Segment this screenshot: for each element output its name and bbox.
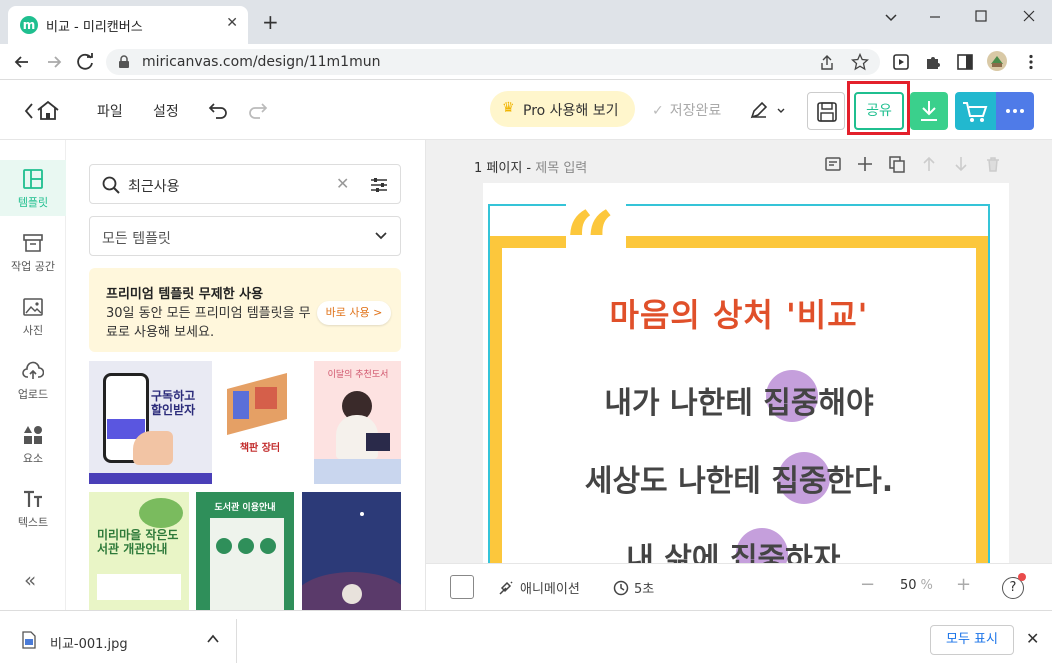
animation-button[interactable]: 애니메이션 <box>498 578 580 597</box>
back-home-icon[interactable] <box>24 100 62 122</box>
move-page-up-icon <box>920 155 938 173</box>
design-text-line[interactable]: 내가 나한테 집중해야 <box>426 378 1052 422</box>
reload-icon[interactable] <box>74 50 98 74</box>
profile-avatar[interactable] <box>986 50 1008 72</box>
minimize-icon[interactable] <box>920 6 950 28</box>
crown-icon: ♛ <box>502 100 515 116</box>
pen-icon[interactable] <box>748 101 788 121</box>
move-page-down-icon <box>952 155 970 173</box>
menu-file[interactable]: 파일 <box>97 101 123 121</box>
filter-icon[interactable] <box>370 176 388 194</box>
zoom-level[interactable]: 50% <box>900 578 933 593</box>
nav-photos[interactable]: 사진 <box>0 288 66 344</box>
notification-dot <box>1018 573 1026 581</box>
tab-title: 비교 - 미리캔버스 <box>46 20 143 35</box>
template-thumbnail-library-guide[interactable]: 도서관 이용안내 <box>196 492 294 610</box>
chevron-down-icon <box>374 231 388 241</box>
delete-page-icon <box>984 155 1002 173</box>
chevron-up-icon[interactable] <box>206 633 220 645</box>
quote-mark[interactable]: “ <box>564 200 616 290</box>
collapse-panel-icon[interactable]: « <box>24 568 36 592</box>
add-page-icon[interactable] <box>856 155 874 173</box>
template-search-input[interactable]: 최근사용 ✕ <box>89 164 401 204</box>
redo-icon[interactable] <box>246 100 268 120</box>
undo-icon[interactable] <box>208 100 230 120</box>
tab-close-icon[interactable]: ✕ <box>226 15 238 31</box>
lock-icon <box>118 55 130 69</box>
clear-search-icon[interactable]: ✕ <box>336 174 349 193</box>
canvas-area: 1 페이지 - 제목 입력 “ 마음의 상처 '비교' 내가 나한테 집중해야 … <box>426 140 1052 610</box>
template-category-select[interactable]: 모든 템플릿 <box>89 216 401 256</box>
nav-templates[interactable]: 템플릿 <box>0 160 66 216</box>
chrome-menu-icon[interactable] <box>1022 53 1040 71</box>
page-select-checkbox[interactable] <box>450 575 474 599</box>
file-icon <box>22 631 36 649</box>
browser-tab[interactable]: m 비교 - 미리캔버스 ✕ <box>8 6 248 44</box>
new-tab-button[interactable]: + <box>262 12 279 32</box>
left-navigation: 템플릿 작업 공간 사진 업로드 요소 텍스트 « <box>0 140 66 610</box>
download-button[interactable] <box>910 92 948 130</box>
check-icon: ✓ <box>652 103 664 119</box>
address-bar: miricanvas.com/design/11m1mun <box>0 44 1052 80</box>
tab-search-icon[interactable] <box>876 6 906 28</box>
url-field[interactable]: miricanvas.com/design/11m1mun <box>106 49 880 75</box>
back-icon[interactable] <box>10 50 34 74</box>
page-duration[interactable]: 5초 <box>612 578 654 597</box>
cloud-upload-icon <box>22 360 44 382</box>
template-thumbnail-subscribe[interactable]: 구독하고 할인받자 <box>89 361 212 484</box>
extensions-icon[interactable] <box>924 53 942 71</box>
template-thumbnail-book-market[interactable]: 책판 장터 <box>217 361 301 484</box>
shapes-icon <box>22 424 44 446</box>
nav-upload[interactable]: 업로드 <box>0 352 66 408</box>
archive-icon <box>22 232 44 254</box>
design-text-line[interactable]: 세상도 나한테 집중한다. <box>426 456 1052 500</box>
template-thumbnail-night-landscape[interactable] <box>302 492 401 610</box>
download-shelf: 비교-001.jpg 모두 표시 ✕ <box>0 610 1052 669</box>
share-page-icon[interactable] <box>818 54 836 72</box>
page-memo-icon[interactable] <box>824 155 842 173</box>
browser-tabbar: m 비교 - 미리캔버스 ✕ + <box>0 0 1052 44</box>
share-highlight-annotation <box>847 81 910 135</box>
maximize-icon[interactable] <box>966 6 996 28</box>
nav-text[interactable]: 텍스트 <box>0 480 66 536</box>
show-all-downloads-button[interactable]: 모두 표시 <box>930 625 1014 655</box>
menu-settings[interactable]: 설정 <box>153 101 179 121</box>
window-close-icon[interactable] <box>1014 6 1044 28</box>
nav-elements[interactable]: 요소 <box>0 416 66 472</box>
side-panel-icon[interactable] <box>956 53 974 71</box>
print-order-button[interactable] <box>955 92 996 130</box>
zoom-out-button[interactable]: − <box>860 574 875 595</box>
image-icon <box>22 296 44 318</box>
search-value: 최근사용 <box>128 179 180 195</box>
text-icon <box>22 488 44 510</box>
pro-trial-button[interactable]: ♛ Pro 사용해 보기 <box>490 91 635 127</box>
url-text: miricanvas.com/design/11m1mun <box>142 54 381 70</box>
template-panel: 최근사용 ✕ 모든 템플릿 프리미엄 템플릿 무제한 사용 30일 동안 모든 … <box>66 140 426 610</box>
forward-icon[interactable] <box>42 50 66 74</box>
zoom-in-button[interactable]: + <box>956 574 971 595</box>
template-thumbnail-recommended-book[interactable]: 이달의 추천도서 <box>314 361 401 484</box>
more-options-button[interactable] <box>996 92 1034 130</box>
save-status: ✓ 저장완료 <box>652 103 722 119</box>
design-heading[interactable]: 마음의 상처 '비교' <box>426 290 1052 336</box>
use-now-button[interactable]: 바로 사용 > <box>317 301 391 325</box>
template-icon <box>22 168 44 190</box>
close-download-bar-icon[interactable]: ✕ <box>1026 629 1039 648</box>
bookmark-star-icon[interactable] <box>851 53 869 71</box>
premium-promo-banner: 프리미엄 템플릿 무제한 사용 30일 동안 모든 프리미엄 템플릿을 무료로 … <box>89 268 401 352</box>
duplicate-page-icon[interactable] <box>888 155 906 173</box>
save-button[interactable] <box>807 92 845 130</box>
download-file-name[interactable]: 비교-001.jpg <box>50 633 128 652</box>
template-thumbnail-small-library[interactable]: 미리마을 작은도서관 개관안내 <box>89 492 189 610</box>
page-label[interactable]: 1 페이지 - 제목 입력 <box>474 157 587 176</box>
nav-workspace[interactable]: 작업 공간 <box>0 224 66 280</box>
search-icon <box>102 176 120 194</box>
media-icon[interactable] <box>892 53 910 71</box>
canvas-bottom-bar: 애니메이션 5초 − 50% + ? <box>426 563 1052 610</box>
miricanvas-favicon: m <box>20 16 38 34</box>
